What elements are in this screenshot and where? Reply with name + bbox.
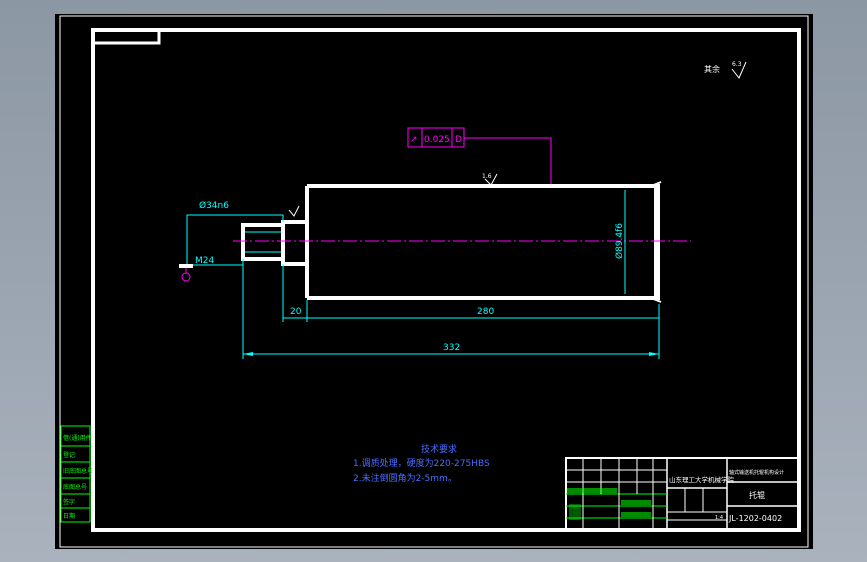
- roughness-value: 6.3: [732, 61, 742, 68]
- tech-req-line2: 2.未注倒圆角为2-5mm。: [353, 472, 457, 484]
- dim-main-diameter: Ø89.4f6: [614, 190, 626, 294]
- side-revision-table: 借(通)用件 登记 旧底图总号 底图总号 签字 日期: [60, 425, 93, 523]
- dim-length-280: 280: [307, 307, 659, 319]
- title-block: 山东理工大学机械学院 轴式输送机托辊机构设计 托辊 1:4 JL-1202-04…: [565, 457, 800, 531]
- cad-drawing-canvas: 其余 6.3 ↗ 0.025 D 1.6 Ø34n6 M24 Ø89.4f6 2…: [55, 14, 813, 549]
- dim-length-332: 332: [243, 343, 659, 356]
- side-label-3: 底图总号: [63, 483, 87, 491]
- title-block-school: 山东理工大学机械学院: [669, 475, 735, 484]
- side-label-1: 登记: [63, 451, 75, 459]
- side-label-5: 日期: [63, 512, 75, 520]
- drawing-svg: 其余 6.3 ↗ 0.025 D 1.6 Ø34n6 M24 Ø89.4f6 2…: [59, 15, 809, 548]
- surface-roughness-value: 1.6: [482, 173, 492, 180]
- side-label-4: 签字: [63, 498, 75, 506]
- datum-marker: [181, 272, 191, 282]
- title-block-scale: 1:4: [715, 515, 723, 521]
- technical-requirements: 技术要求 1.调质处理，硬度为220-275HBS 2.未注倒圆角为2-5mm。: [353, 443, 490, 484]
- threaded-end: [241, 223, 285, 261]
- drawing-border: [91, 28, 801, 532]
- dim-length-332-text: 332: [443, 343, 460, 353]
- title-block-part-name: 托辊: [749, 490, 765, 500]
- dim-length-20-text: 20: [290, 307, 302, 317]
- tolerance-value: 0.025: [424, 135, 450, 145]
- tolerance-symbol: ↗: [410, 135, 418, 145]
- geometric-tolerance-frame: ↗ 0.025 D: [407, 127, 552, 186]
- dim-length-280-text: 280: [477, 307, 494, 317]
- dim-thread: M24: [179, 256, 243, 282]
- side-label-2: 旧底图总号: [63, 467, 93, 475]
- title-block-drawing-no: JL-1202-0402: [728, 514, 782, 523]
- title-block-project: 轴式输送机托辊机构设计: [729, 469, 784, 476]
- shaft-step: [281, 220, 309, 266]
- tech-req-line1: 1.调质处理，硬度为220-275HBS: [353, 457, 490, 469]
- side-label-0: 借(通)用件: [63, 434, 92, 442]
- shaft-roughness-symbol: [288, 205, 300, 217]
- dim-shaft-diameter-text: Ø34n6: [199, 200, 229, 211]
- tech-req-title: 技术要求: [421, 443, 457, 455]
- roughness-label: 其余: [704, 64, 720, 74]
- dim-length-20: 20: [283, 307, 307, 319]
- tolerance-datum: D: [455, 135, 462, 145]
- roller-body: [305, 181, 662, 303]
- dim-main-diameter-text: Ø89.4f6: [614, 223, 625, 259]
